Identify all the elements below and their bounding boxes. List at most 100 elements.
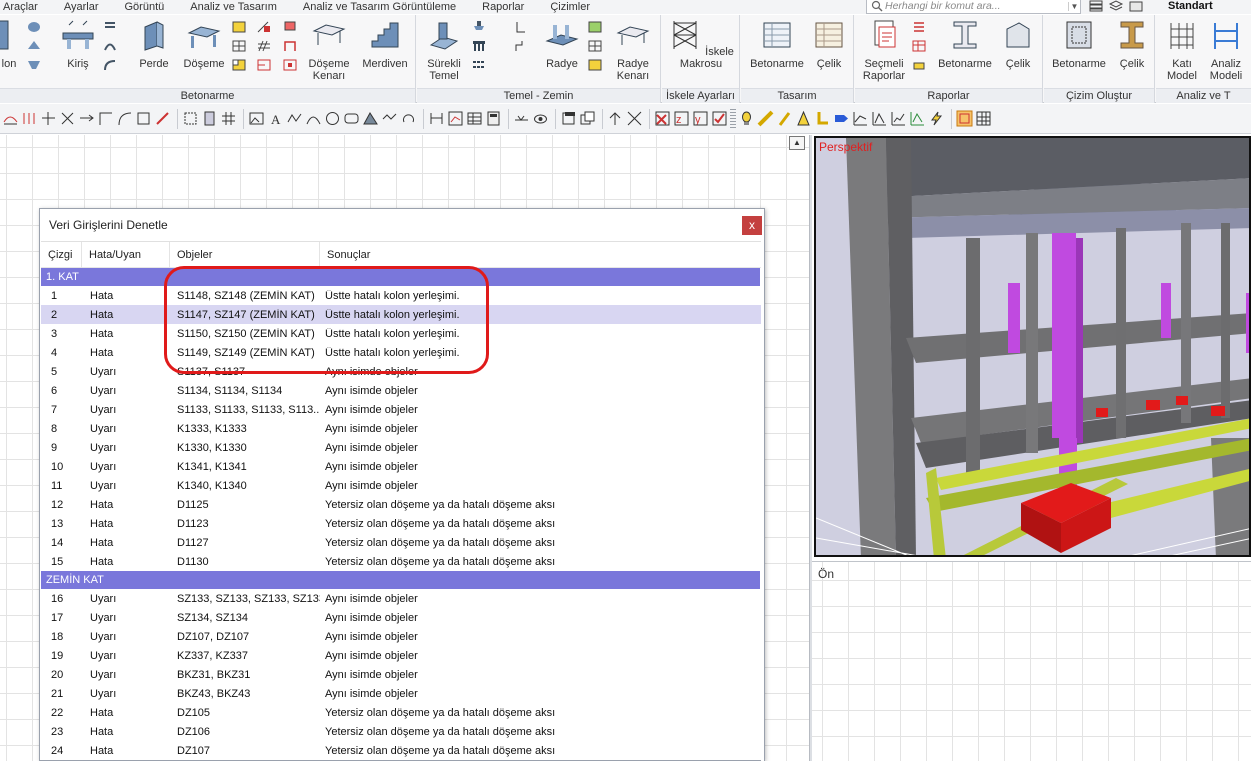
axis-arc-icon[interactable] bbox=[116, 110, 133, 127]
rapor-betonarme-button[interactable]: Betonarme bbox=[935, 19, 995, 70]
front-view[interactable]: Ön bbox=[812, 561, 1251, 761]
menu-cizimler[interactable]: Çizimler bbox=[537, 1, 603, 14]
table-row[interactable]: 14 Hata D1127 Yetersiz olan döşeme ya da ha… bbox=[41, 533, 763, 552]
footing-icon[interactable] bbox=[471, 20, 487, 34]
group-header-row[interactable]: 1. KAT bbox=[41, 268, 760, 286]
cizim-betonarme-button[interactable]: Betonarme bbox=[1048, 19, 1110, 70]
undo-icon[interactable] bbox=[607, 110, 624, 127]
kolon-button[interactable]: lon bbox=[0, 19, 24, 70]
circle-icon[interactable] bbox=[324, 110, 341, 127]
table-row[interactable]: 21 Uyarı BKZ43, BKZ43 Aynı isimde objeler bbox=[41, 684, 763, 703]
slab-edge-icon[interactable] bbox=[256, 58, 272, 72]
text-icon[interactable]: A bbox=[267, 110, 284, 127]
column-footing-icon[interactable] bbox=[26, 58, 42, 72]
table-scrollbar[interactable] bbox=[761, 241, 764, 761]
raft-corner-icon[interactable] bbox=[587, 58, 603, 72]
group-header-row[interactable]: ZEMİN KAT bbox=[41, 571, 760, 589]
table-row[interactable]: 9 Uyarı K1330, K1330 Aynı isimde objeler bbox=[41, 438, 763, 457]
grid-axis-icon[interactable] bbox=[21, 110, 38, 127]
pile-icon[interactable] bbox=[471, 58, 487, 72]
iskele-makrosu-button[interactable]: İskele Makrosu bbox=[668, 19, 734, 70]
graph-bar-icon[interactable] bbox=[871, 110, 888, 127]
toolbar-grip[interactable] bbox=[730, 108, 736, 129]
slab-hole-icon[interactable] bbox=[282, 58, 298, 72]
rotate-icon[interactable] bbox=[400, 110, 417, 127]
bulb-icon[interactable] bbox=[738, 110, 755, 127]
check-all-icon[interactable] bbox=[711, 110, 728, 127]
pen-icon[interactable] bbox=[776, 110, 793, 127]
select-icon[interactable] bbox=[154, 110, 171, 127]
check-z-icon[interactable]: z bbox=[673, 110, 690, 127]
slab-grid-icon[interactable] bbox=[231, 20, 247, 34]
check-x-icon[interactable] bbox=[654, 110, 671, 127]
lightning-icon[interactable] bbox=[928, 110, 945, 127]
table-row[interactable]: 2 Hata S1147, SZ147 (ZEMİN KAT) Üstte hatal… bbox=[41, 305, 763, 324]
table-row[interactable]: 22 Hata DZ105 Yetersiz olan döşeme ya da ha… bbox=[41, 703, 763, 722]
frame-toggle-icon[interactable] bbox=[956, 110, 973, 127]
slab-frame-icon[interactable] bbox=[231, 39, 247, 53]
table-row[interactable]: 7 Uyarı S1133, S1133, S1133, S113... Aynı i… bbox=[41, 400, 763, 419]
beam-link-icon[interactable] bbox=[102, 20, 118, 34]
table-row[interactable]: 10 Uyarı K1341, K1341 Aynı isimde objeler bbox=[41, 457, 763, 476]
table-row[interactable]: 20 Uyarı BKZ31, BKZ31 Aynı isimde objeler bbox=[41, 665, 763, 684]
ruler-icon[interactable] bbox=[757, 110, 774, 127]
column-header-results[interactable]: Sonuçlar bbox=[320, 242, 760, 268]
report-print-icon[interactable] bbox=[911, 58, 927, 72]
tie-beam-icon[interactable] bbox=[471, 39, 487, 53]
move-icon[interactable] bbox=[381, 110, 398, 127]
secmeli-raporlar-button[interactable]: Seçmeli Raporlar bbox=[859, 19, 909, 82]
tasarim-celik-button[interactable]: Çelik bbox=[809, 19, 849, 70]
graph-line-icon[interactable] bbox=[852, 110, 869, 127]
table-row[interactable]: 5 Uyarı S1137, S1137 Aynı isimde objeler bbox=[41, 362, 763, 381]
graph-step-icon[interactable] bbox=[890, 110, 907, 127]
windows-icon[interactable] bbox=[579, 110, 596, 127]
cone-icon[interactable] bbox=[795, 110, 812, 127]
perspective-view[interactable]: Perspektif bbox=[814, 136, 1251, 557]
layer-icon[interactable] bbox=[201, 110, 218, 127]
table-row[interactable]: 4 Hata S1149, SZ149 (ZEMİN KAT) Üstte hatal… bbox=[41, 343, 763, 362]
analiz-modeli-button[interactable]: Analiz Modeli bbox=[1204, 19, 1248, 82]
surekli-temel-button[interactable]: Sürekli Temel bbox=[419, 19, 469, 82]
style-selector[interactable]: Standart bbox=[1168, 0, 1213, 12]
chart-icon[interactable] bbox=[447, 110, 464, 127]
graph-area-icon[interactable] bbox=[909, 110, 926, 127]
slab-opening-icon[interactable] bbox=[282, 39, 298, 53]
slab-corner-icon[interactable] bbox=[231, 58, 247, 72]
hash-icon[interactable] bbox=[220, 110, 237, 127]
rounded-rect-icon[interactable] bbox=[343, 110, 360, 127]
table-row[interactable]: 16 Uyarı SZ133, SZ133, SZ133, SZ133 Aynı is… bbox=[41, 589, 763, 608]
polyline-icon[interactable] bbox=[286, 110, 303, 127]
perde-button[interactable]: Perde bbox=[134, 19, 174, 70]
column-poly-icon[interactable] bbox=[26, 39, 42, 53]
measure-icon[interactable] bbox=[428, 110, 445, 127]
table-row[interactable]: 8 Uyarı K1333, K1333 Aynı isimde objeler bbox=[41, 419, 763, 438]
raft-grid-icon[interactable] bbox=[587, 20, 603, 34]
table-row[interactable]: 13 Hata D1123 Yetersiz olan döşeme ya da ha… bbox=[41, 514, 763, 533]
search-dropdown-icon[interactable]: ▼ bbox=[1068, 1, 1080, 11]
table-row[interactable]: 12 Hata D1125 Yetersiz olan döşeme ya da ha… bbox=[41, 495, 763, 514]
menu-analiz-goruntuleme[interactable]: Analiz ve Tasarım Görüntüleme bbox=[290, 1, 469, 14]
command-search-input[interactable]: Herhangi bir komut ara... ▼ bbox=[866, 0, 1081, 14]
table-row[interactable]: 15 Hata D1130 Yetersiz olan döşeme ya da ha… bbox=[41, 552, 763, 571]
radye-kenari-button[interactable]: Radye Kenarı bbox=[609, 19, 657, 82]
table-grid-icon[interactable] bbox=[975, 110, 992, 127]
slab-cut-icon[interactable] bbox=[282, 20, 298, 34]
check-y-icon[interactable]: y bbox=[692, 110, 709, 127]
view-icon[interactable] bbox=[532, 110, 549, 127]
collapse-view-button[interactable]: ▲ bbox=[789, 136, 805, 150]
hatch-icon[interactable] bbox=[362, 110, 379, 127]
kiris-button[interactable]: Kiriş bbox=[56, 19, 100, 70]
slab-hatch-icon[interactable] bbox=[256, 39, 272, 53]
menu-araclar[interactable]: Araçlar bbox=[0, 1, 51, 14]
tasarim-betonarme-button[interactable]: Betonarme bbox=[747, 19, 807, 70]
table-row[interactable]: 11 Uyarı K1340, K1340 Aynı isimde objeler bbox=[41, 476, 763, 495]
table-row[interactable]: 18 Uyarı DZ107, DZ107 Aynı isimde objeler bbox=[41, 627, 763, 646]
menu-analiz-tasarim[interactable]: Analiz ve Tasarım bbox=[177, 1, 290, 14]
doseme-button[interactable]: Döşeme bbox=[180, 19, 228, 70]
calculator-icon[interactable] bbox=[485, 110, 502, 127]
table-row[interactable]: 24 Hata DZ107 Yetersiz olan döşeme ya da ha… bbox=[41, 741, 763, 760]
image-icon[interactable] bbox=[248, 110, 265, 127]
table-row[interactable]: 3 Hata S1150, SZ150 (ZEMİN KAT) Üstte hatal… bbox=[41, 324, 763, 343]
window-icon[interactable] bbox=[560, 110, 577, 127]
level-icon[interactable] bbox=[513, 110, 530, 127]
